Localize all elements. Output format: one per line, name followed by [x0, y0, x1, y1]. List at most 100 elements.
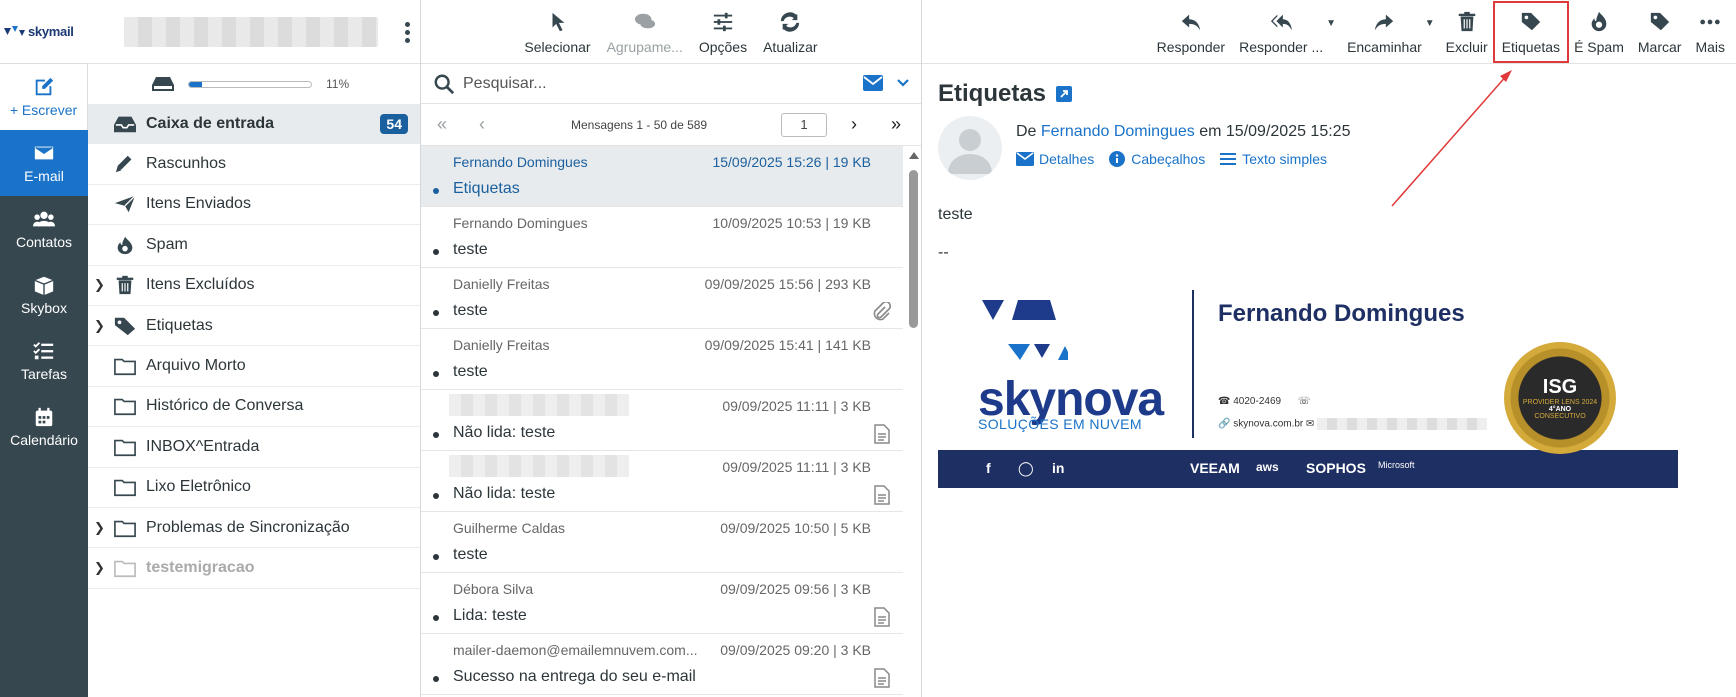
- chevron-right-icon[interactable]: ❯: [94, 520, 105, 536]
- spam-button[interactable]: É Spam: [1567, 11, 1631, 55]
- select-button[interactable]: Selecionar: [516, 11, 598, 55]
- bullet: [433, 310, 439, 316]
- next-page-icon[interactable]: ›: [851, 114, 857, 135]
- avatar: [938, 116, 1002, 180]
- folder-label: INBOX^Entrada: [146, 437, 260, 455]
- folder-inbox[interactable]: Caixa de entrada 54: [88, 104, 420, 145]
- tasks-icon: [33, 342, 54, 360]
- nav-skybox[interactable]: Skybox: [0, 262, 88, 328]
- open-external-icon[interactable]: [1056, 86, 1073, 102]
- folder-archive[interactable]: Arquivo Morto: [88, 346, 420, 387]
- lines-icon: [1220, 153, 1237, 165]
- nav-skybox-label: Skybox: [21, 300, 67, 316]
- message-row[interactable]: Fernando Domingues 10/09/2025 10:53 | 19…: [421, 207, 903, 268]
- folder-junk[interactable]: Lixo Eletrônico: [88, 468, 420, 508]
- folder-sent[interactable]: Itens Enviados: [88, 185, 420, 226]
- last-page-icon[interactable]: »: [891, 114, 901, 135]
- reply-all-button[interactable]: Responder ...: [1232, 11, 1330, 55]
- first-page-icon[interactable]: «: [437, 114, 447, 135]
- link-icon: 🔗: [1218, 418, 1231, 430]
- folder-deleted[interactable]: ❯ Itens Excluídos: [88, 266, 420, 306]
- chevron-down-icon[interactable]: [897, 78, 909, 88]
- message-row[interactable]: Danielly Freitas 09/09/2025 15:56 | 293 …: [421, 268, 903, 329]
- refresh-button[interactable]: Atualizar: [755, 11, 825, 55]
- folder-sync-issues[interactable]: ❯ Problemas de Sincronização: [88, 508, 420, 549]
- message-row[interactable]: 09/09/2025 11:11 | 3 KB Não lida: teste: [421, 451, 903, 512]
- message-meta: 15/09/2025 15:26 | 19 KB: [712, 154, 871, 170]
- search-bar: [421, 64, 921, 104]
- chevron-right-icon[interactable]: ❯: [94, 560, 105, 576]
- message-row[interactable]: Débora Silva 09/09/2025 09:56 | 3 KB Lid…: [421, 573, 903, 634]
- forward-icon: [1375, 14, 1394, 31]
- chevron-right-icon[interactable]: ❯: [94, 277, 105, 293]
- more-button[interactable]: Mais: [1688, 11, 1732, 55]
- nav-email[interactable]: E-mail: [0, 130, 88, 196]
- unread-count-badge: 54: [380, 113, 408, 134]
- plain-text-label: Texto simples: [1242, 151, 1328, 167]
- folder-drafts[interactable]: Rascunhos: [88, 144, 420, 185]
- forward-button[interactable]: Encaminhar: [1340, 11, 1429, 55]
- reply-all-dropdown-icon[interactable]: ▼: [1326, 18, 1336, 29]
- folder-label: Lixo Eletrônico: [146, 478, 251, 496]
- folder-testemigracao[interactable]: ❯ testemigracao: [88, 548, 420, 589]
- left-nav: skymail + Escrever E-mail Contatos Skybo…: [0, 0, 88, 697]
- reply-all-icon: [1271, 14, 1293, 31]
- forward-dropdown-icon[interactable]: ▼: [1425, 18, 1435, 29]
- compose-button[interactable]: + Escrever: [0, 64, 88, 130]
- message-sender: Danielly Freitas: [453, 276, 550, 292]
- chevron-right-icon[interactable]: ❯: [94, 318, 105, 334]
- account-menu-icon[interactable]: [405, 22, 410, 43]
- info-icon: [1109, 151, 1126, 167]
- scroll-up-icon[interactable]: [909, 152, 919, 159]
- folder-spam[interactable]: Spam: [88, 225, 420, 266]
- mail-icon: ✉: [1306, 418, 1315, 430]
- folder-label: Etiquetas: [146, 316, 213, 334]
- details-link[interactable]: Detalhes: [1016, 151, 1094, 167]
- signature-divider: [1192, 290, 1194, 438]
- mark-button[interactable]: Marcar: [1631, 11, 1689, 55]
- message-sender: Débora Silva: [453, 581, 534, 597]
- folder-label: testemigracao: [146, 558, 255, 576]
- reply-button[interactable]: Responder: [1150, 11, 1233, 55]
- message-meta: 10/09/2025 10:53 | 19 KB: [712, 215, 871, 231]
- sender-link[interactable]: Fernando Domingues: [1041, 123, 1195, 140]
- contacts-icon: [33, 211, 55, 227]
- message-row[interactable]: Guilherme Caldas 09/09/2025 10:50 | 5 KB…: [421, 512, 903, 573]
- search-icon: [434, 74, 455, 94]
- envelope-filter-icon[interactable]: [863, 75, 883, 91]
- group-button[interactable]: Agrupame...: [599, 11, 691, 55]
- delete-button[interactable]: Excluir: [1439, 11, 1495, 55]
- envelope-icon: [1016, 152, 1034, 166]
- message-sender: Fernando Domingues: [453, 154, 588, 170]
- nav-contacts[interactable]: Contatos: [0, 196, 88, 262]
- nav-calendar[interactable]: Calendário: [0, 394, 88, 460]
- message-subject: Não lida: teste: [453, 485, 556, 502]
- folder-icon: [114, 560, 136, 578]
- message-row[interactable]: 09/09/2025 11:11 | 3 KB Não lida: teste: [421, 390, 903, 451]
- headers-link[interactable]: Cabeçalhos: [1108, 151, 1205, 167]
- message-row[interactable]: mailer-daemon@emailemnuvem.com... 09/09/…: [421, 634, 903, 695]
- message-subject: teste: [453, 546, 488, 563]
- plain-text-link[interactable]: Texto simples: [1219, 151, 1327, 167]
- folder-label: Spam: [146, 235, 188, 253]
- previous-page-icon[interactable]: ‹: [479, 114, 485, 135]
- folder-inbox-entrada[interactable]: INBOX^Entrada: [88, 427, 420, 468]
- message-count: Mensagens 1 - 50 de 589: [571, 117, 708, 132]
- message-row[interactable]: Danielly Freitas 09/09/2025 15:41 | 141 …: [421, 329, 903, 390]
- instagram-icon: ◯: [1018, 460, 1034, 476]
- folder-label: Itens Enviados: [146, 195, 251, 213]
- trash-icon: [116, 276, 134, 295]
- list-scrollbar[interactable]: [907, 146, 919, 697]
- paper-plane-icon: [114, 195, 136, 213]
- folder-conversation-history[interactable]: Histórico de Conversa: [88, 387, 420, 428]
- nav-tasks[interactable]: Tarefas: [0, 328, 88, 394]
- message-row[interactable]: Fernando Domingues 15/09/2025 15:26 | 19…: [421, 146, 903, 207]
- webmail-app: skymail + Escrever E-mail Contatos Skybo…: [0, 0, 1736, 697]
- scroll-thumb[interactable]: [909, 170, 918, 328]
- page-number-input[interactable]: 1: [781, 112, 827, 137]
- options-button[interactable]: Opções: [691, 11, 755, 55]
- reply-all-label: Responder ...: [1239, 39, 1324, 55]
- search-input[interactable]: [463, 74, 843, 93]
- folder-labels[interactable]: ❯ Etiquetas: [88, 306, 420, 347]
- labels-button[interactable]: Etiquetas: [1492, 1, 1570, 63]
